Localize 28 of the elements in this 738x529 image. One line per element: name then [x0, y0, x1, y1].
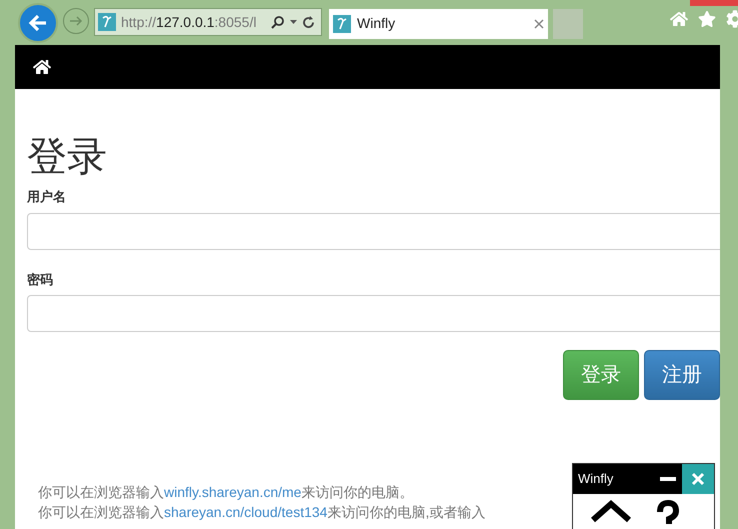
browser-tab[interactable]: Winfly	[329, 8, 548, 38]
page-heading: 登录	[27, 134, 108, 181]
url-link[interactable]: shareyan.cn/cloud/test134	[164, 504, 328, 520]
text-input-field[interactable]	[27, 295, 720, 332]
address-bar[interactable]: http://127.0.0.1:8055/l	[94, 8, 322, 36]
site-logo-icon	[333, 14, 351, 32]
forward-arrow-icon	[69, 14, 83, 26]
field-label: 密码	[27, 270, 54, 288]
login-button[interactable]: 登录	[563, 350, 639, 400]
dropdown-caret-icon[interactable]	[290, 20, 297, 24]
refresh-icon[interactable]	[302, 16, 315, 28]
back-button[interactable]	[18, 3, 58, 43]
search-icon[interactable]	[271, 15, 285, 29]
tab-title: Winfly	[357, 14, 396, 33]
site-logo-icon	[98, 13, 116, 31]
close-icon	[691, 472, 705, 486]
home-icon[interactable]	[33, 58, 51, 76]
mini-close-button[interactable]	[682, 464, 714, 494]
forward-button[interactable]	[63, 8, 89, 34]
mini-window-title: Winfly	[578, 470, 614, 488]
favorites-star-icon[interactable]	[698, 10, 716, 28]
close-tab-icon[interactable]	[534, 18, 544, 28]
register-button[interactable]: 注册	[644, 350, 720, 400]
address-text: http://127.0.0.1:8055/l	[121, 12, 258, 32]
field-label: 用户名	[27, 188, 67, 206]
back-arrow-icon	[28, 14, 48, 32]
url-link[interactable]: winfly.shareyan.cn/me	[164, 484, 302, 500]
text-input-field[interactable]	[27, 212, 720, 250]
